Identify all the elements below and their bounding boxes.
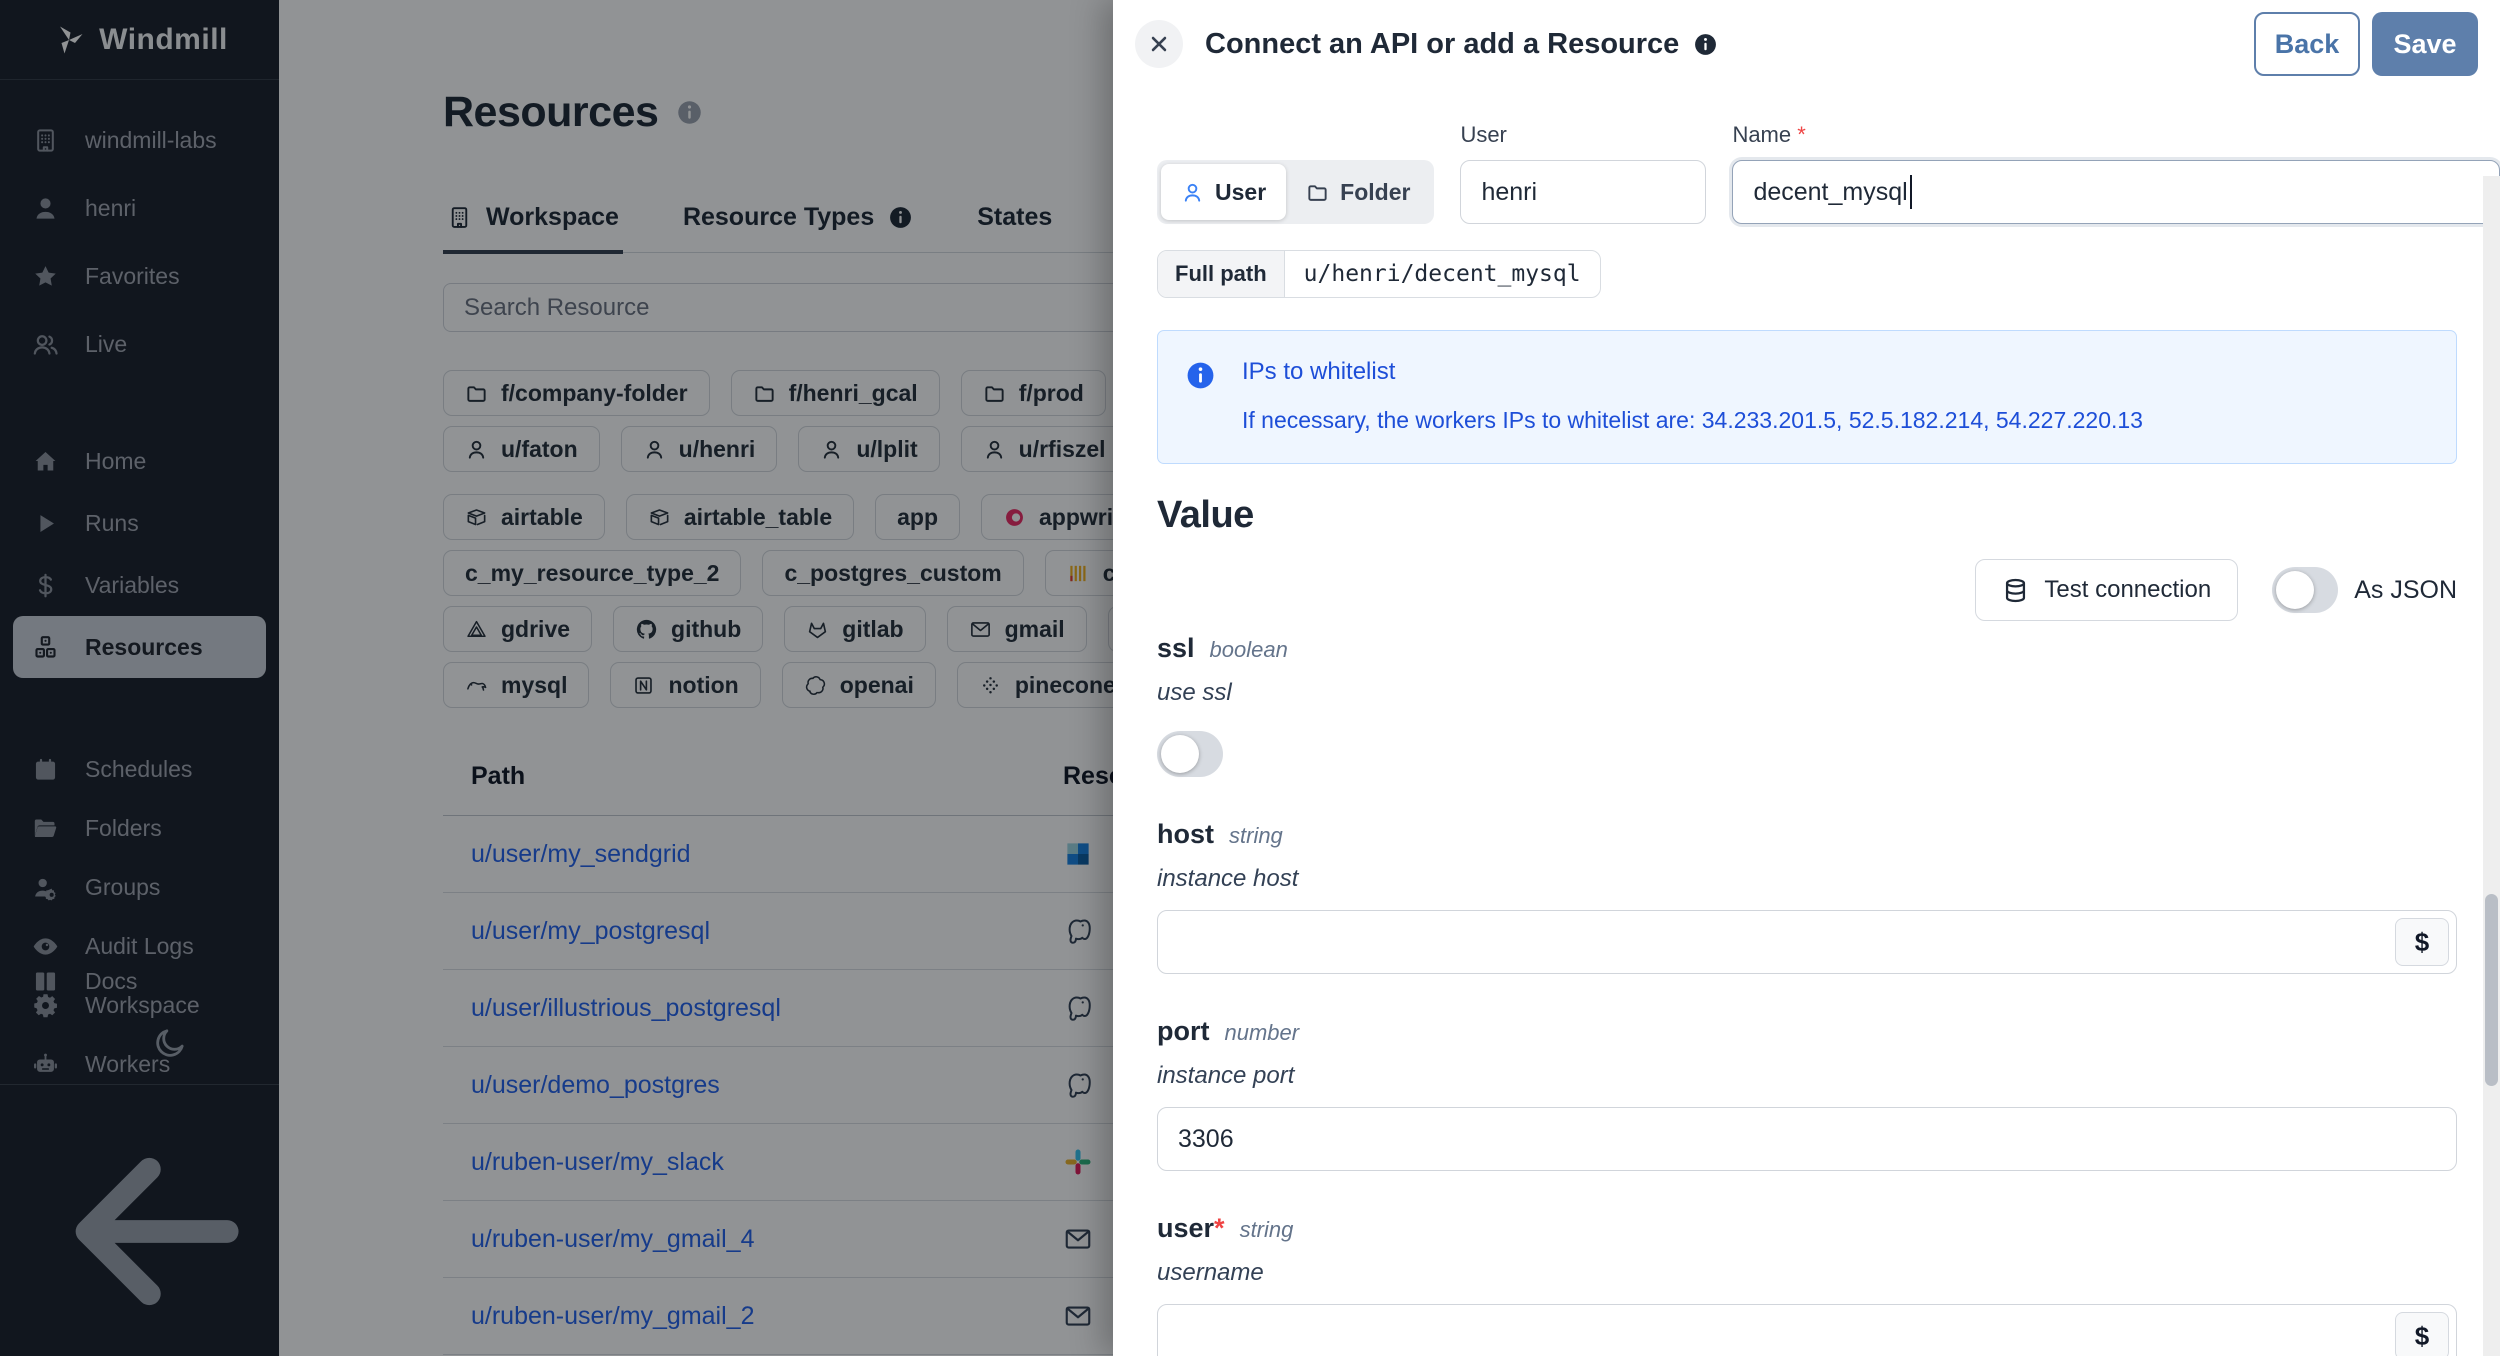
test-connection-button[interactable]: Test connection xyxy=(1975,559,2239,621)
full-path-label: Full path xyxy=(1158,251,1285,297)
field-name: host xyxy=(1157,819,1214,849)
drawer-body: User Folder User Name * decent_mysql xyxy=(1113,88,2500,1356)
drawer-scrollbar[interactable] xyxy=(2483,176,2500,1356)
save-button[interactable]: Save xyxy=(2372,12,2478,76)
field-description: username xyxy=(1157,1259,1264,1286)
scrollbar-thumb[interactable] xyxy=(2485,894,2498,1086)
close-icon xyxy=(1146,31,1172,57)
text-caret xyxy=(1909,175,1912,209)
field-type: string xyxy=(1239,1217,1294,1242)
back-button[interactable]: Back xyxy=(2254,12,2360,76)
scope-option-user[interactable]: User xyxy=(1161,164,1287,220)
value-section-title: Value xyxy=(1157,494,1254,536)
schema-field: ssl boolean use ssl xyxy=(1157,633,2457,777)
field-name: port xyxy=(1157,1016,1210,1046)
insert-variable-button[interactable]: $ xyxy=(2395,1312,2449,1356)
drawer-backdrop[interactable] xyxy=(0,0,1113,1356)
schema-fields: ssl boolean use ssl host string instance… xyxy=(1157,633,2457,1356)
folder-icon xyxy=(1306,181,1329,204)
user-icon xyxy=(1181,181,1204,204)
full-path-value: u/henri/decent_mysql xyxy=(1303,261,1581,287)
drawer-title: Connect an API or add a Resource xyxy=(1205,27,1680,60)
field-type: string xyxy=(1229,823,1283,848)
name-field-label: Name * xyxy=(1732,122,1806,147)
field-name: ssl xyxy=(1157,633,1195,663)
drawer-header: Connect an API or add a Resource Back Sa… xyxy=(1113,0,2500,88)
field-description: instance host xyxy=(1157,865,1299,892)
scope-option-folder[interactable]: Folder xyxy=(1286,164,1430,220)
schema-field: host string instance host $ xyxy=(1157,819,2457,974)
insert-variable-button[interactable]: $ xyxy=(2395,918,2449,966)
as-json-label: As JSON xyxy=(2354,575,2457,604)
as-json-toggle[interactable] xyxy=(2272,567,2339,613)
full-path-pill: Full path u/henri/decent_mysql xyxy=(1157,250,1601,298)
user-field-label: User xyxy=(1460,122,1507,147)
field-type: number xyxy=(1224,1020,1300,1045)
infobox-title: IPs to whitelist xyxy=(1242,358,1396,385)
scope-segmented-control: User Folder xyxy=(1157,160,1435,224)
ips-whitelist-infobox: IPs to whitelist If necessary, the worke… xyxy=(1157,330,2457,464)
field-type: boolean xyxy=(1209,637,1288,662)
close-button[interactable] xyxy=(1135,20,1183,68)
drawer-title-info-icon[interactable] xyxy=(1693,32,1718,57)
info-icon xyxy=(1185,360,1216,391)
schema-field: user* string username $ Required xyxy=(1157,1213,2457,1356)
database-icon xyxy=(2002,577,2029,604)
add-resource-drawer: Connect an API or add a Resource Back Sa… xyxy=(1113,0,2500,1356)
schema-field: port number instance port xyxy=(1157,1016,2457,1171)
field-text-input[interactable] xyxy=(1157,910,2457,974)
field-boolean-toggle[interactable] xyxy=(1157,731,1223,777)
field-description: use ssl xyxy=(1157,679,1232,706)
resource-name-input[interactable]: decent_mysql xyxy=(1732,160,2500,224)
field-name: user xyxy=(1157,1213,1215,1243)
field-description: instance port xyxy=(1157,1062,1295,1089)
owner-user-input[interactable] xyxy=(1460,160,1707,224)
field-text-input[interactable] xyxy=(1157,1107,2457,1171)
field-text-input[interactable] xyxy=(1157,1304,2457,1356)
test-row: Test connection As JSON xyxy=(1157,559,2457,621)
infobox-body: If necessary, the workers IPs to whiteli… xyxy=(1242,407,2143,433)
windmill-app: Windmill windmill-labs henri Favorites L… xyxy=(0,0,2500,1356)
